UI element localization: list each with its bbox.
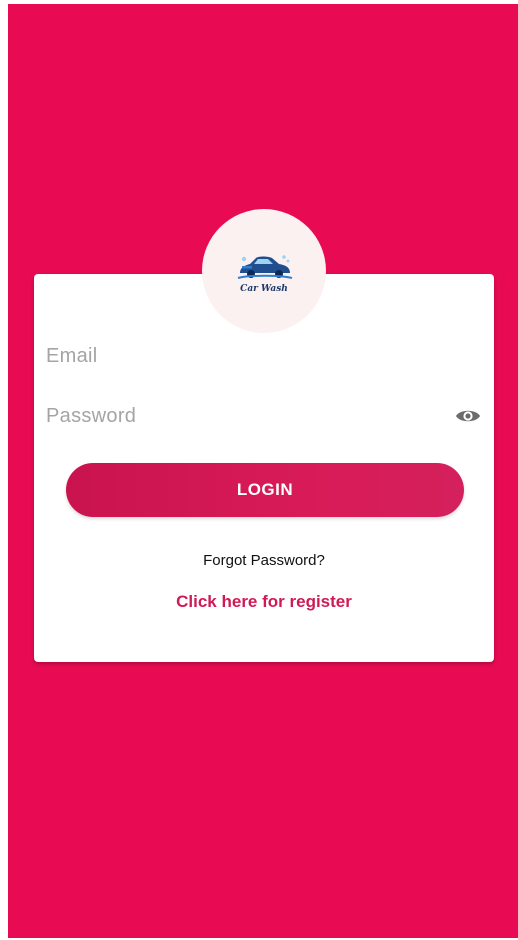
email-field[interactable] — [46, 344, 482, 368]
password-field[interactable] — [46, 404, 482, 428]
forgot-password-link[interactable]: Forgot Password? — [34, 552, 494, 569]
login-button[interactable]: LOGIN — [66, 463, 464, 517]
login-screen: LOGIN Forgot Password? Click here for re… — [8, 4, 518, 938]
password-field-container — [46, 396, 482, 436]
eye-icon[interactable] — [454, 404, 482, 428]
register-link[interactable]: Click here for register — [34, 592, 494, 612]
logo-text: Car Wash — [240, 283, 288, 294]
email-field-container — [46, 336, 482, 376]
car-icon — [237, 254, 293, 279]
logo: Car Wash — [202, 209, 326, 333]
